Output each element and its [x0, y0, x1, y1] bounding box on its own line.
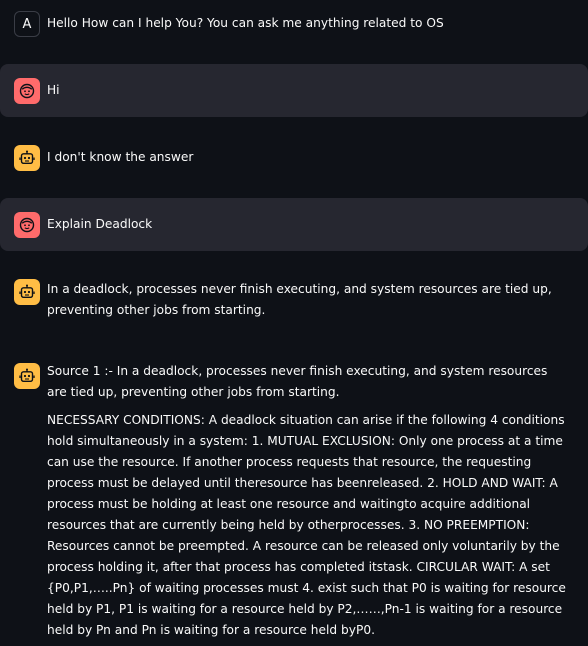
- chat-message-user: Explain Deadlock: [0, 198, 588, 251]
- message-text: Explain Deadlock: [47, 217, 153, 231]
- chat-message-assistant: In a deadlock, processes never finish ex…: [0, 265, 588, 335]
- assistant-initial-avatar: A: [14, 11, 40, 37]
- message-text: I don't know the answer: [47, 150, 194, 164]
- avatar-initial: A: [22, 16, 32, 32]
- bot-face-icon: [14, 279, 40, 305]
- chat-message-assistant: A Hello How can I help You? You can ask …: [0, 0, 588, 50]
- message-text: Hello How can I help You? You can ask me…: [47, 16, 444, 30]
- chat-message-user: Hi: [0, 64, 588, 117]
- user-face-icon: [14, 212, 40, 238]
- necessary-conditions-paragraph: NECESSARY CONDITIONS: A deadlock situati…: [47, 413, 566, 637]
- message-body: Source 1 :- In a deadlock, processes nev…: [47, 361, 570, 641]
- user-face-icon: [14, 78, 40, 104]
- bot-face-icon: [14, 363, 40, 389]
- message-text: Hi: [47, 83, 60, 97]
- source-paragraph: Source 1 :- In a deadlock, processes nev…: [47, 364, 548, 399]
- bot-face-icon: [14, 145, 40, 171]
- message-text: In a deadlock, processes never finish ex…: [47, 282, 552, 317]
- chat-message-assistant: I don't know the answer: [0, 131, 588, 184]
- chat-message-assistant: Source 1 :- In a deadlock, processes nev…: [0, 349, 588, 639]
